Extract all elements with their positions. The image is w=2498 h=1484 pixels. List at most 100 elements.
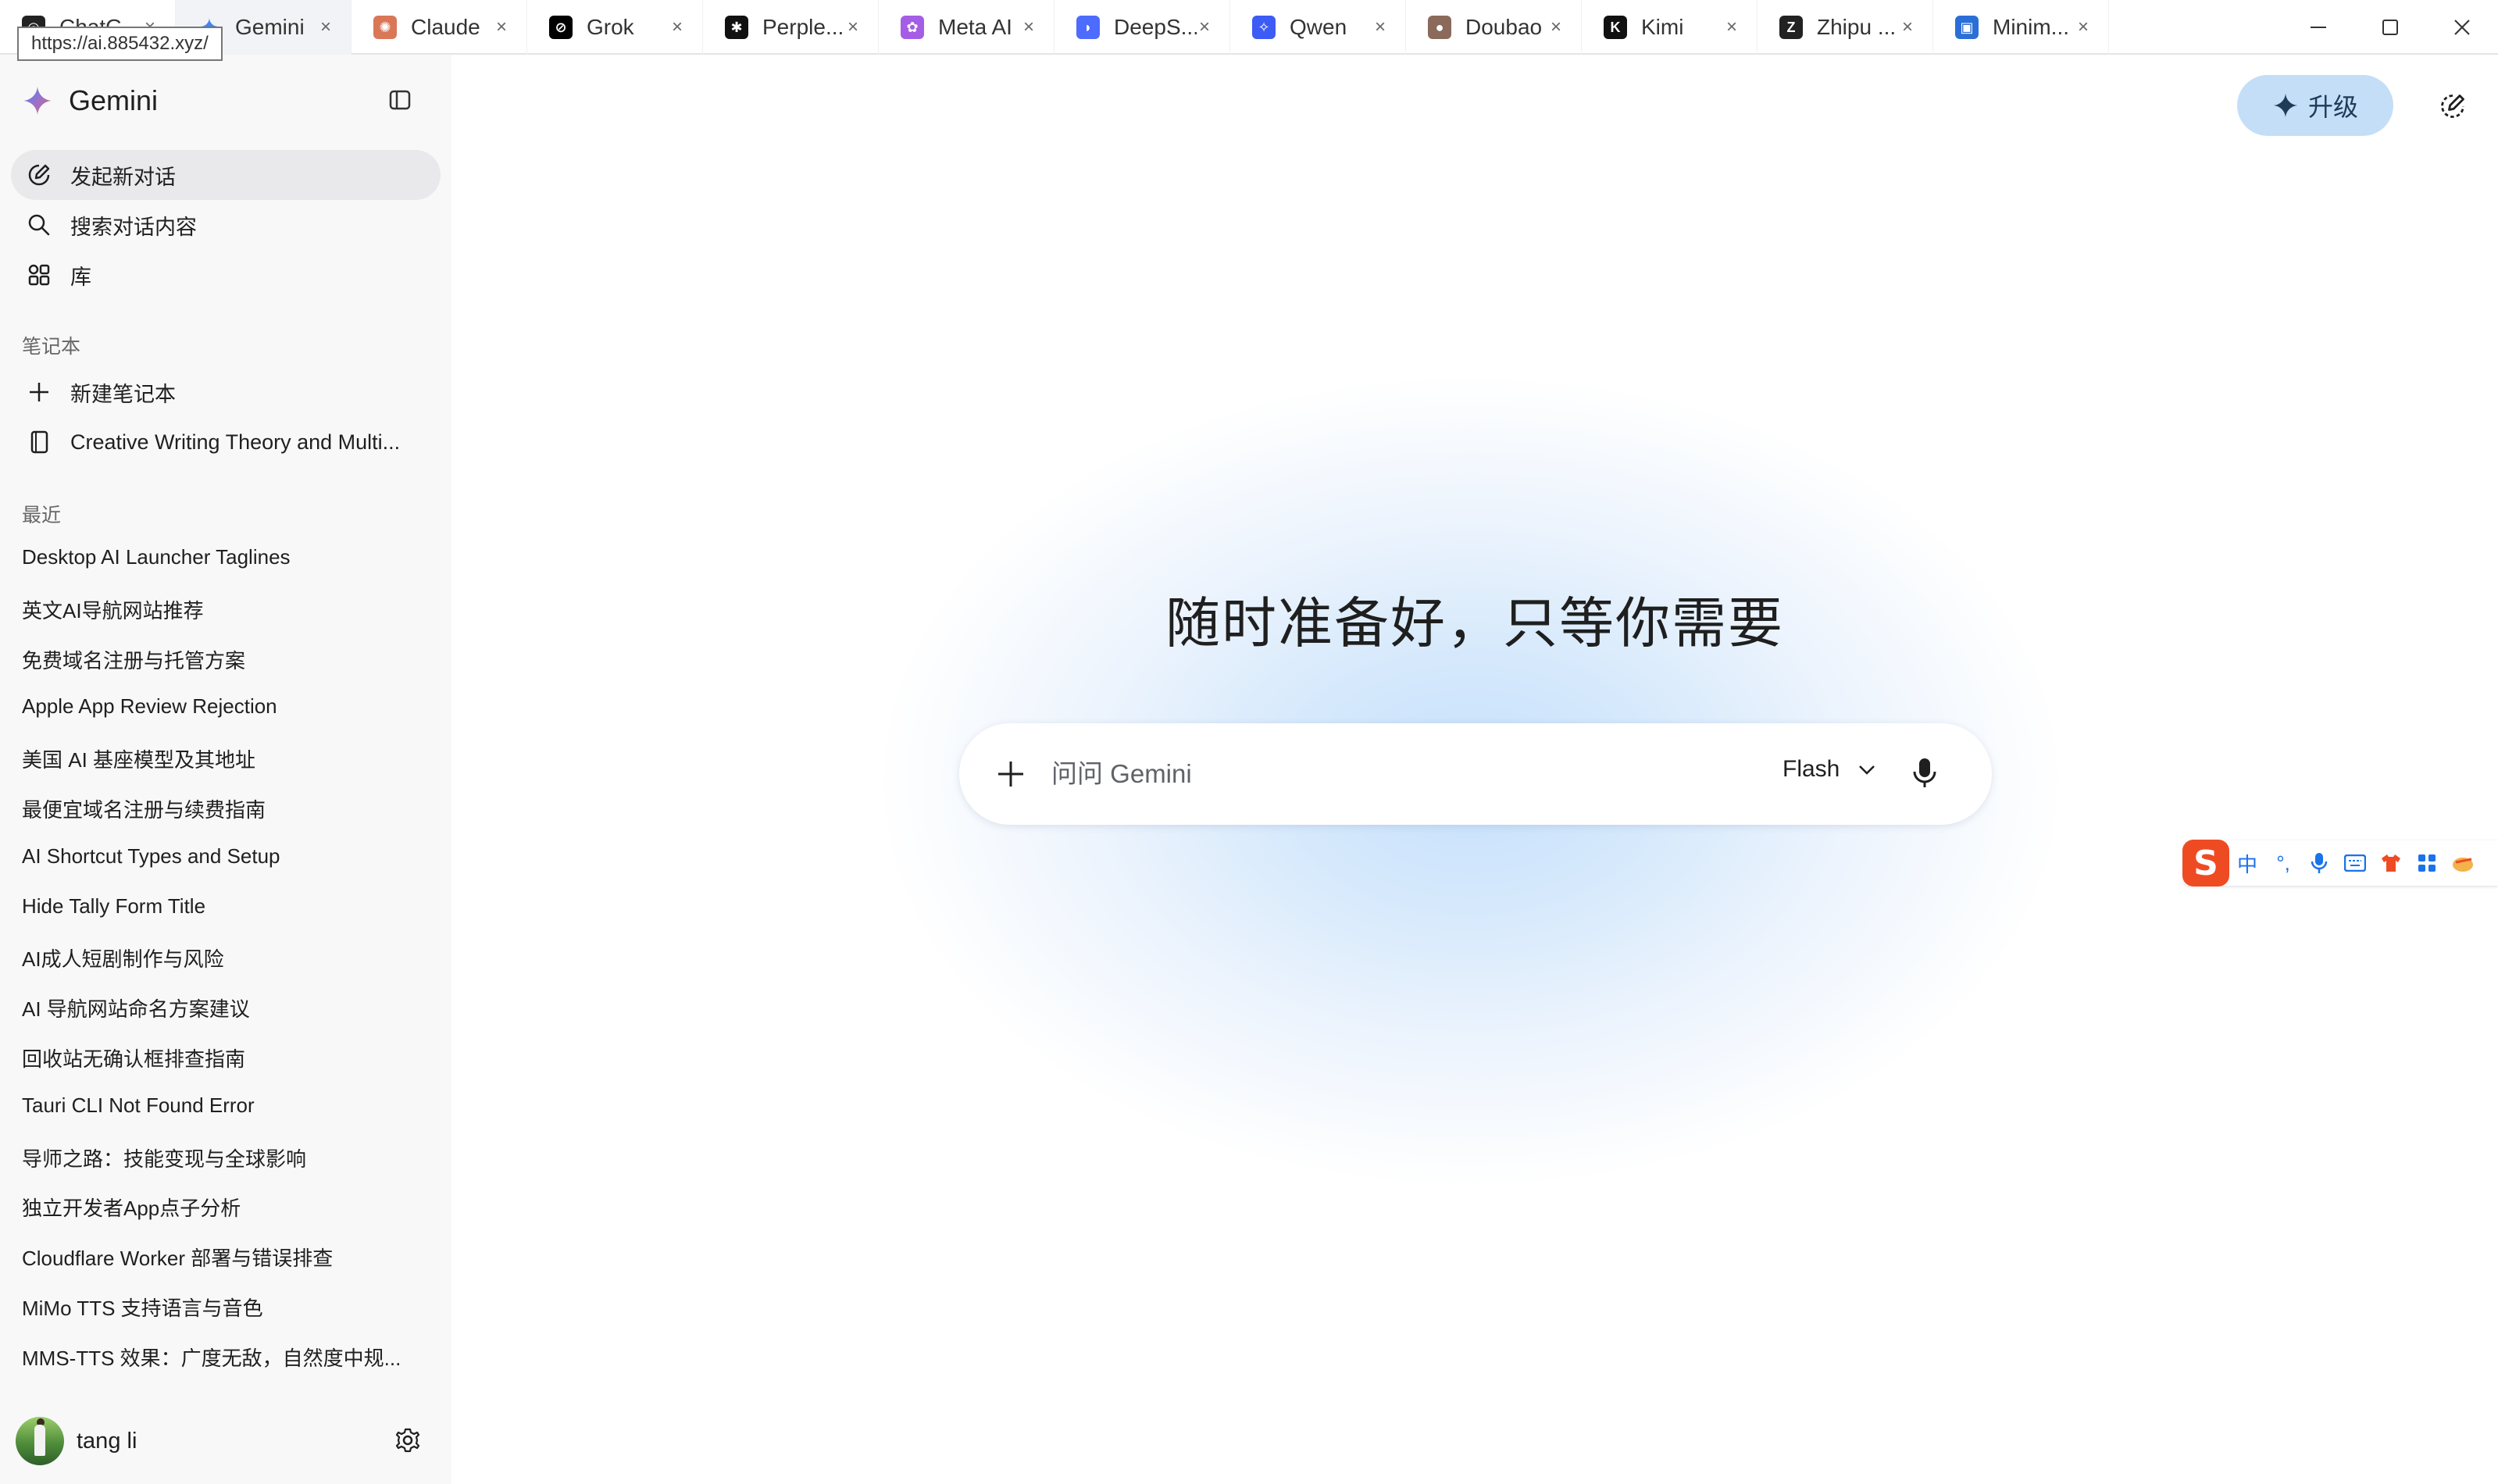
recent-section-label: 最近 <box>22 505 62 526</box>
main-area: 升级 随时准备好，只等你需要 Flash <box>451 55 2498 1484</box>
recent-chat-item[interactable]: 独立开发者App点子分析 <box>22 1193 428 1222</box>
ime-punctuation-toggle[interactable]: °, <box>2265 845 2301 881</box>
notebook-item-label: Creative Writing Theory and Multi... <box>70 430 401 454</box>
greeting-heading: 随时准备好，只等你需要 <box>1165 591 1784 655</box>
microphone-icon <box>1913 758 1936 787</box>
recent-chat-item[interactable]: 回收站无确认框排查指南 <box>22 1043 428 1072</box>
new-chat-shortcut-button[interactable] <box>2439 92 2467 124</box>
gemini-logo-icon <box>23 87 52 115</box>
tab-close-icon[interactable]: × <box>1724 16 1740 38</box>
prompt-input[interactable] <box>1051 747 1754 801</box>
tab-close-icon[interactable]: × <box>1548 16 1564 38</box>
tab-close-icon[interactable]: × <box>318 16 334 38</box>
recent-chat-item[interactable]: 免费域名注册与托管方案 <box>22 645 428 674</box>
sidebar: Gemini 发起新对话 搜索对话内容 库 笔记本 新建笔记本 Creative… <box>0 55 451 1484</box>
recent-chat-item[interactable]: Tauri CLI Not Found Error <box>22 1093 428 1118</box>
brand[interactable]: Gemini <box>22 84 158 117</box>
tab-label: Grok <box>587 15 634 39</box>
tab-close-icon[interactable]: × <box>669 16 685 38</box>
recent-chat-item[interactable]: Hide Tally Form Title <box>22 894 428 919</box>
avatar[interactable] <box>16 1417 64 1465</box>
ime-toolbox-button[interactable] <box>2409 845 2445 881</box>
tab-close-icon[interactable]: × <box>845 16 861 38</box>
recent-chat-item[interactable]: AI Shortcut Types and Setup <box>22 844 428 869</box>
tab-close-icon[interactable]: × <box>1372 16 1388 38</box>
close-window-button[interactable] <box>2426 0 2498 55</box>
maximize-button[interactable] <box>2354 0 2426 55</box>
recent-chat-item[interactable]: 最便宜域名注册与续费指南 <box>22 794 428 823</box>
new-notebook-button[interactable]: 新建笔记本 <box>11 367 441 417</box>
recent-chat-item[interactable]: 美国 AI 基座模型及其地址 <box>22 744 428 773</box>
upgrade-button[interactable]: 升级 <box>2237 75 2393 136</box>
perplexity-icon: ✱ <box>725 16 748 39</box>
library-grid-icon <box>28 264 50 286</box>
tab-label: DeepS... <box>1114 15 1197 39</box>
recent-chat-item[interactable]: 英文AI导航网站推荐 <box>22 595 428 624</box>
tab-deepseek[interactable]: ◗ DeepS... × <box>1055 0 1230 55</box>
tab-close-icon[interactable]: × <box>494 16 509 38</box>
microphone-icon <box>2311 853 2328 873</box>
plus-icon <box>30 383 48 401</box>
ime-keyboard-button[interactable] <box>2337 845 2373 881</box>
recent-chat-item[interactable]: Apple App Review Rejection <box>22 694 428 719</box>
doubao-icon: ● <box>1428 16 1451 39</box>
mascot-icon <box>2453 858 2473 872</box>
minimax-icon: ▣ <box>1955 16 1979 39</box>
recent-chat-item[interactable]: MMS-TTS 效果：广度无敌，自然度中规... <box>22 1343 428 1372</box>
zhipu-icon: Z <box>1779 16 1803 39</box>
grok-icon: ⊘ <box>549 16 573 39</box>
tab-label: Qwen <box>1290 15 1347 39</box>
tab-close-icon[interactable]: × <box>1197 16 1212 38</box>
tab-close-icon[interactable]: × <box>1021 16 1037 38</box>
sidebar-toggle-button[interactable] <box>386 86 414 114</box>
recent-chat-item[interactable]: Cloudflare Worker 部署与错误排查 <box>22 1243 428 1272</box>
ime-logo[interactable]: S <box>2182 840 2229 886</box>
settings-button[interactable] <box>394 1426 422 1458</box>
tab-close-icon[interactable]: × <box>1900 16 1915 38</box>
tab-label: Minim... <box>1993 15 2069 39</box>
recent-chat-item[interactable]: 导师之路：技能变现与全球影响 <box>22 1143 428 1172</box>
tab-zhipu[interactable]: Z Zhipu ... × <box>1758 0 1933 55</box>
microphone-button[interactable] <box>1909 756 1940 794</box>
notebook-icon <box>30 430 48 454</box>
minimize-button[interactable] <box>2282 0 2354 55</box>
tab-meta-ai[interactable]: ✿ Meta AI × <box>879 0 1055 55</box>
recent-chat-item[interactable]: MiMo TTS 支持语言与音色 <box>22 1293 428 1322</box>
tab-label: Doubao <box>1465 15 1543 39</box>
tab-label: Claude <box>411 15 480 39</box>
recent-chat-item[interactable]: AI 导航网站命名方案建议 <box>22 993 428 1022</box>
new-chat-button[interactable]: 发起新对话 <box>11 150 441 200</box>
recent-chat-item[interactable]: Desktop AI Launcher Taglines <box>22 545 428 569</box>
ime-skin-button[interactable] <box>2373 845 2409 881</box>
new-chat-icon <box>28 164 50 186</box>
tab-grok[interactable]: ⊘ Grok × <box>527 0 703 55</box>
search-chats-button[interactable]: 搜索对话内容 <box>11 200 441 250</box>
tab-label: Meta AI <box>938 15 1012 39</box>
notebook-item[interactable]: Creative Writing Theory and Multi... <box>11 417 441 467</box>
tab-minimax[interactable]: ▣ Minim... × <box>1933 0 2109 55</box>
qwen-icon: ✧ <box>1252 16 1276 39</box>
model-selector[interactable]: Flash <box>1783 756 1877 783</box>
tab-claude[interactable]: ✺ Claude × <box>352 0 527 55</box>
add-attachment-button[interactable] <box>995 758 1026 794</box>
keyboard-icon <box>2344 854 2366 872</box>
tab-close-icon[interactable]: × <box>2075 16 2091 38</box>
tab-perplexity[interactable]: ✱ Perple... × <box>703 0 879 55</box>
ime-mascot-button[interactable] <box>2445 845 2481 881</box>
tab-qwen[interactable]: ✧ Qwen × <box>1230 0 1406 55</box>
search-icon <box>28 214 50 236</box>
user-profile-row[interactable]: tang li <box>16 1414 430 1468</box>
plus-icon <box>998 762 1023 787</box>
tab-doubao[interactable]: ● Doubao × <box>1406 0 1582 55</box>
tab-kimi[interactable]: K Kimi × <box>1582 0 1758 55</box>
deepseek-icon: ◗ <box>1076 16 1100 39</box>
meta-ai-icon: ✿ <box>901 16 924 39</box>
upgrade-label: 升级 <box>2307 93 2358 121</box>
close-icon <box>2454 20 2470 35</box>
ime-mode-toggle[interactable]: 中 <box>2229 845 2265 881</box>
library-button[interactable]: 库 <box>11 250 441 300</box>
url-tooltip: https://ai.885432.xyz/ <box>17 27 223 61</box>
recent-chat-item[interactable]: AI成人短剧制作与风险 <box>22 944 428 972</box>
maximize-icon <box>2382 20 2398 35</box>
ime-voice-button[interactable] <box>2301 845 2337 881</box>
